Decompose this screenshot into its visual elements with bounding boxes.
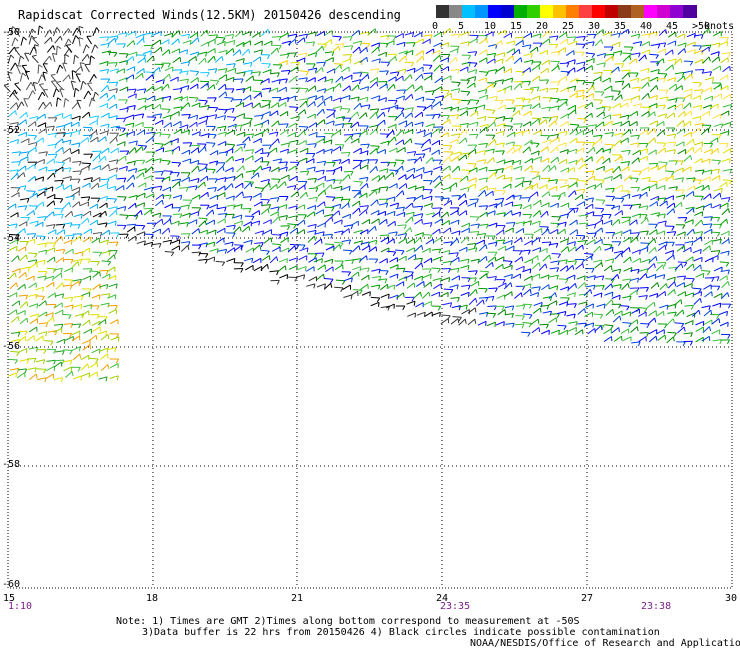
lon-label-18: 18: [145, 593, 159, 604]
time-label-3: 23:38: [641, 601, 672, 612]
note-line-1: Note: 1) Times are GMT 2)Times along bot…: [116, 616, 580, 627]
lon-label-21: 21: [290, 593, 304, 604]
lat-label-50: -50: [2, 27, 21, 38]
wind-barbs: [3, 25, 733, 383]
lon-label-27: 27: [580, 593, 594, 604]
lat-label-58: -58: [2, 459, 21, 470]
lon-label-30: 30: [724, 593, 738, 604]
lat-label-52: -52: [2, 125, 21, 136]
wind-map: [3, 25, 733, 589]
lat-label-56: -56: [2, 341, 21, 352]
lat-label-60: -60: [2, 579, 21, 590]
time-label-2: 23:35: [440, 601, 471, 612]
note-line-2: 3)Data buffer is 22 hrs from 20150426 4)…: [142, 627, 660, 638]
lat-label-54: -54: [2, 233, 21, 244]
time-label-1: 1:10: [8, 601, 33, 612]
credit-line: NOAA/NESDIS/Office of Research and Appli…: [470, 638, 740, 649]
